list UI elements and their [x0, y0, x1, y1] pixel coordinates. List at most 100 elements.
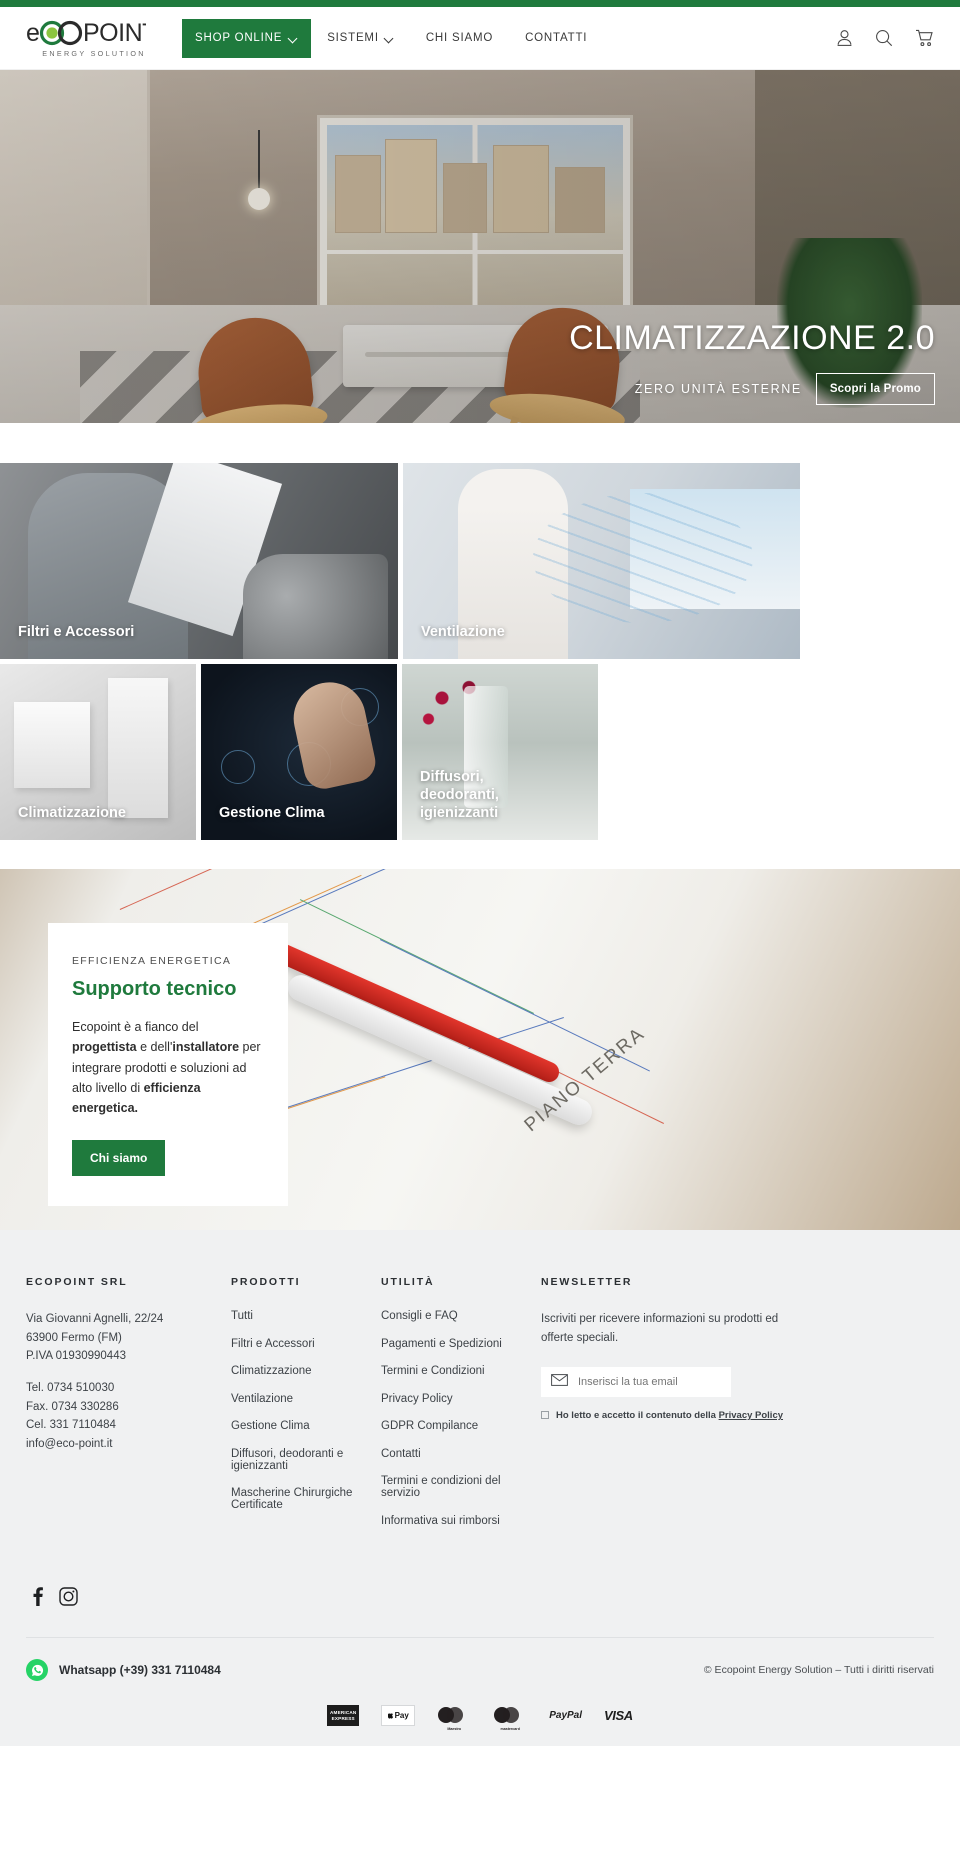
footer-heading-company: ECOPOINT SRL: [26, 1276, 128, 1288]
tile-row-2: Climatizzazione Gestione Clima Diffusori…: [0, 664, 960, 840]
chevron-down-icon: [385, 34, 394, 43]
footer-bottom-bar: Whatsapp (+39) 331 7110484 © Ecopoint En…: [26, 1637, 934, 1691]
footer-heading-newsletter: NEWSLETTER: [541, 1276, 633, 1288]
nav-item-sistemi[interactable]: SISTEMI: [311, 19, 410, 58]
footer-column-company: ECOPOINT SRL Via Giovanni Agnelli, 22/24…: [26, 1276, 231, 1542]
footer-link-diffusori[interactable]: Diffusori, deodoranti e igienizzanti: [231, 1448, 381, 1472]
hero-title: CLIMATIZZAZIONE 2.0: [569, 319, 935, 357]
apple-pay-icon: Pay: [381, 1705, 416, 1726]
footer-link-pagamenti-spedizioni[interactable]: Pagamenti e Spedizioni: [381, 1338, 541, 1350]
tile-filtri-e-accessori[interactable]: Filtri e Accessori: [0, 463, 398, 659]
tile-label: Diffusori, deodoranti, igienizzanti: [420, 768, 499, 821]
footer-link-termini-condizioni[interactable]: Termini e Condizioni: [381, 1365, 541, 1377]
payment-methods: AMERICAN EXPRESS Pay Maestro mastercard P…: [26, 1691, 934, 1746]
tile-climatizzazione[interactable]: Climatizzazione: [0, 664, 196, 840]
svg-text:POINT: POINT: [83, 20, 146, 46]
newsletter-email-input[interactable]: [578, 1376, 721, 1389]
consent-checkbox[interactable]: [541, 1411, 549, 1420]
site-footer: ECOPOINT SRL Via Giovanni Agnelli, 22/24…: [0, 1230, 960, 1746]
footer-link-consigli-faq[interactable]: Consigli e FAQ: [381, 1310, 541, 1322]
footer-link-mascherine[interactable]: Mascherine Chirurgiche Certificate: [231, 1487, 381, 1511]
hero-content: CLIMATIZZAZIONE 2.0 ZERO UNITÀ ESTERNE S…: [295, 321, 935, 423]
footer-link-contatti[interactable]: Contatti: [381, 1448, 541, 1460]
footer-link-gdpr-compilance[interactable]: GDPR Compilance: [381, 1420, 541, 1432]
footer-link-privacy-policy[interactable]: Privacy Policy: [381, 1393, 541, 1405]
whatsapp-label: Whatsapp (+39) 331 7110484: [59, 1663, 221, 1677]
nav-chi-siamo-label: CHI SIAMO: [425, 32, 494, 44]
tile-label: Climatizzazione: [18, 804, 126, 821]
tile-diffusori-deodoranti-igienizzanti[interactable]: Diffusori, deodoranti, igienizzanti: [402, 664, 598, 840]
consent-privacy-link[interactable]: Privacy Policy: [719, 1410, 783, 1421]
svg-text:e: e: [26, 20, 39, 46]
footer-link-filtri-e-accessori[interactable]: Filtri e Accessori: [231, 1338, 381, 1350]
tile-gestione-clima[interactable]: Gestione Clima: [201, 664, 397, 840]
maestro-card-icon: Maestro: [437, 1705, 471, 1731]
site-logo[interactable]: e POINT ENERGY SOLUTION: [26, 19, 162, 58]
footer-link-informativa-rimborsi[interactable]: Informativa sui rimborsi: [381, 1515, 541, 1527]
category-tiles: Filtri e Accessori Ventilazione Climatiz…: [0, 423, 960, 840]
instagram-icon[interactable]: [59, 1586, 78, 1611]
newsletter-description: Iscriviti per ricevere informazioni su p…: [541, 1313, 779, 1344]
vat-number: P.IVA 01930990443: [26, 1350, 126, 1363]
footer-heading-utility: UTILITÀ: [381, 1276, 435, 1288]
logo-tagline: ENERGY SOLUTION: [42, 48, 146, 58]
hero-banner: CLIMATIZZAZIONE 2.0 ZERO UNITÀ ESTERNE S…: [0, 70, 960, 423]
newsletter-input-wrap[interactable]: [541, 1367, 731, 1398]
mastercard-card-icon: mastercard: [493, 1705, 527, 1731]
card-body: Ecopoint è a fianco del progettista e de…: [72, 1017, 264, 1118]
card-body-part-1: Ecopoint è a fianco del: [72, 1020, 199, 1034]
consent-label: Ho letto e accetto il contenuto della Pr…: [556, 1409, 783, 1422]
search-icon[interactable]: [875, 29, 893, 47]
hero-subtitle: ZERO UNITÀ ESTERNE: [634, 382, 802, 396]
nav-sistemi-label: SISTEMI: [327, 32, 379, 44]
nav-item-chi-siamo[interactable]: CHI SIAMO: [410, 19, 509, 58]
email-address[interactable]: info@eco-point.it: [26, 1435, 231, 1454]
footer-heading-products: PRODOTTI: [231, 1276, 301, 1288]
account-icon[interactable]: [836, 29, 853, 47]
card-body-bold-progettista: progettista: [72, 1040, 137, 1055]
tile-row-spacer: [603, 664, 804, 840]
ecopoint-logo-icon: e POINT: [26, 20, 146, 46]
footer-link-termini-servizio[interactable]: Termini e condizioni del servizio: [381, 1475, 541, 1499]
tile-row-1: Filtri e Accessori Ventilazione: [0, 463, 960, 659]
footer-link-climatizzazione[interactable]: Climatizzazione: [231, 1365, 381, 1377]
amex-card-icon: AMERICAN EXPRESS: [327, 1705, 360, 1726]
cart-icon[interactable]: [915, 29, 934, 47]
footer-address: Via Giovanni Agnelli, 22/24 63900 Fermo …: [26, 1310, 231, 1453]
nav-shop-label: SHOP ONLINE: [195, 32, 283, 44]
visa-card-icon: VISA: [604, 1708, 633, 1723]
facebook-icon[interactable]: [32, 1586, 44, 1611]
footer-columns: ECOPOINT SRL Via Giovanni Agnelli, 22/24…: [26, 1276, 934, 1542]
social-links: [26, 1542, 934, 1637]
mobile-number: Cel. 331 7110484: [26, 1419, 116, 1432]
phone-number: Tel. 0734 510030: [26, 1381, 115, 1394]
hero-subtitle-row: ZERO UNITÀ ESTERNE Scopri la Promo: [295, 373, 935, 423]
chevron-down-icon: [289, 34, 298, 43]
card-body-part-2: e dell': [136, 1040, 173, 1055]
address-line-1: Via Giovanni Agnelli, 22/24: [26, 1313, 164, 1325]
apple-pay-label: Pay: [394, 1711, 409, 1720]
main-nav: SHOP ONLINE SISTEMI CHI SIAMO CONTATTI: [182, 7, 603, 69]
nav-contatti-label: CONTATTI: [525, 32, 588, 44]
tile-label: Ventilazione: [421, 623, 505, 640]
footer-column-newsletter: NEWSLETTER Iscriviti per ricevere inform…: [541, 1276, 786, 1542]
supporto-tecnico-section: PIANO TERRA EFFICIENZA ENERGETICA Suppor…: [0, 869, 960, 1230]
site-header: e POINT ENERGY SOLUTION SHOP ONLINE SIST…: [0, 7, 960, 70]
nav-item-shop-online[interactable]: SHOP ONLINE: [182, 18, 312, 58]
whatsapp-link[interactable]: Whatsapp (+39) 331 7110484: [26, 1659, 221, 1681]
newsletter-consent-row[interactable]: Ho letto e accetto il contenuto della Pr…: [541, 1409, 786, 1422]
card-body-bold-installatore: installatore: [172, 1040, 240, 1055]
footer-link-gestione-clima[interactable]: Gestione Clima: [231, 1420, 381, 1432]
footer-link-ventilazione[interactable]: Ventilazione: [231, 1393, 381, 1405]
address-line-2: 63900 Fermo (FM): [26, 1331, 122, 1344]
tile-ventilazione[interactable]: Ventilazione: [403, 463, 800, 659]
paypal-icon: PayPal: [549, 1710, 583, 1721]
tile-label: Filtri e Accessori: [18, 623, 135, 640]
nav-item-contatti[interactable]: CONTATTI: [509, 19, 603, 58]
chi-siamo-button[interactable]: Chi siamo: [72, 1140, 166, 1177]
mail-icon: [551, 1373, 568, 1391]
tile-label: Gestione Clima: [219, 804, 325, 821]
hero-cta-button[interactable]: Scopri la Promo: [815, 373, 935, 405]
footer-link-tutti[interactable]: Tutti: [231, 1310, 381, 1322]
logo-mark: e POINT: [26, 19, 162, 47]
